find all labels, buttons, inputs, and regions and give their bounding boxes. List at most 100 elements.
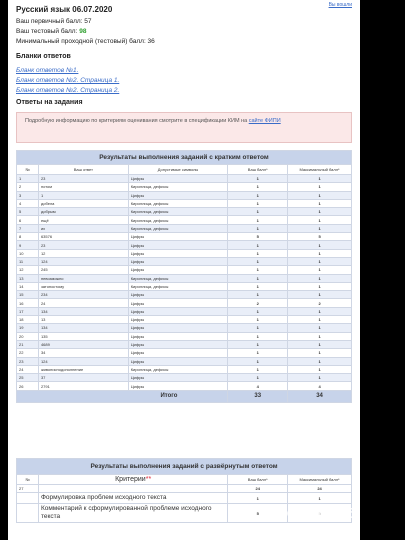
cell-number: 11: [16, 256, 39, 267]
cell-score: 1: [227, 356, 289, 366]
cell-max: 1: [287, 198, 352, 209]
table-row: 4 добела Кириллица, дефисы 1 1: [16, 198, 352, 209]
col-score: Ваш балл*: [227, 164, 289, 175]
cell-score: 1: [227, 348, 289, 358]
cell-allowed: Цифры: [127, 381, 229, 391]
cell-score: 1: [227, 339, 289, 350]
cell-allowed: Цифры: [127, 256, 229, 267]
cell-answer: 134: [37, 306, 129, 317]
table-row: 19 134 Цифры 1 1: [16, 323, 352, 333]
cell-max: 1: [287, 215, 352, 225]
cell-score: 1: [227, 223, 289, 234]
cell-answer: ещё: [37, 215, 129, 225]
cell-score: 1: [227, 315, 289, 325]
cell-number: 26: [16, 381, 39, 391]
cell-criterion: Формулировка проблем исходного текста: [37, 492, 229, 504]
avito-watermark: Avito 095: [278, 505, 356, 522]
cell-allowed: Цифры: [127, 290, 229, 300]
col-max: Максимальный балл*: [287, 164, 352, 175]
min-score: Минимальный проходной (тестовый) балл: 3…: [16, 38, 155, 45]
cell-number: 10: [16, 248, 39, 258]
logout-link[interactable]: Вы вошли: [329, 2, 352, 8]
cell-score: 1: [227, 281, 289, 292]
table-row: 2 потом Кириллица, дефисы 1 1: [16, 182, 352, 192]
cell-max: 1: [287, 240, 352, 250]
cell-score: 1: [227, 173, 289, 184]
cell-number: 18: [16, 315, 39, 325]
cell-max: 5: [287, 232, 352, 242]
cell-number: 24: [16, 364, 39, 375]
cell-allowed: Цифры: [127, 173, 229, 184]
page-title: Русский язык 06.07.2020: [16, 5, 113, 14]
cell-allowed: Кириллица, дефисы: [127, 273, 229, 283]
cell-allowed: Кириллица, дефисы: [127, 198, 229, 209]
cell-number: 8: [16, 232, 39, 242]
cell-number: 25: [16, 373, 39, 383]
cell-max: 1: [287, 223, 352, 234]
cell-number: [16, 503, 39, 523]
table-row: 26 2791 Цифры 4 4: [16, 381, 352, 391]
cell-number: 23: [16, 356, 39, 366]
table-row: 17 134 Цифры 1 1: [16, 306, 352, 317]
cell-allowed: Цифры: [127, 323, 229, 333]
cell-score: 1: [227, 290, 289, 300]
cell-number: 14: [16, 281, 39, 292]
cell-allowed: Кириллица, дефисы: [127, 281, 229, 292]
col2-criteria: Критерии**: [37, 474, 229, 485]
cell-max: 2: [287, 298, 352, 308]
cell-allowed: Кириллица, дефисы: [127, 364, 229, 375]
cell-max: 1: [287, 306, 352, 317]
cell-max: 1: [287, 339, 352, 350]
answers-heading: Ответы на задания: [16, 99, 83, 106]
cell-number: 19: [16, 323, 39, 333]
criteria-notice: Подробную информацию по критериям оценив…: [16, 112, 352, 143]
cell-number: 13: [16, 273, 39, 283]
cell-max: 1: [287, 256, 352, 267]
cell-answer: 63576: [37, 232, 129, 242]
cell-score: 1: [227, 182, 289, 192]
cell-score: 2: [227, 298, 289, 308]
cell-answer: 2791: [37, 381, 129, 391]
cell-answer: добела: [37, 198, 129, 209]
watermark-text: Avito 095: [289, 505, 356, 522]
test-score: Ваш тестовый балл: 98: [16, 28, 86, 35]
table-row: 21 4689 Цифры 1 1: [16, 339, 352, 350]
cell-allowed: Кириллица, дефисы: [127, 223, 229, 234]
fipi-link[interactable]: сайте ФИПИ: [249, 118, 281, 124]
cell-max: 1: [287, 348, 352, 358]
blank-link-1[interactable]: Бланк ответов №1.: [16, 67, 78, 74]
cell-allowed: Цифры: [127, 315, 229, 325]
cell-answer: 124: [37, 356, 129, 366]
cell-allowed: Цифры: [127, 265, 229, 275]
cell-answer: затопостому: [37, 281, 129, 292]
cell-max: 1: [287, 173, 352, 184]
cell-score: 1: [227, 306, 289, 317]
long-table-caption: Результаты выполнения заданий с развёрну…: [16, 458, 352, 475]
cell-max: 1: [287, 492, 352, 504]
cell-score: 1: [227, 190, 289, 200]
cell-score: 1: [227, 323, 289, 333]
cell-score: 1: [227, 273, 289, 283]
table-row: 23 124 Цифры 1 1: [16, 356, 352, 366]
cell-allowed: Цифры: [127, 190, 229, 200]
table-row: 5 добрым Кириллица, дефисы 1 1: [16, 207, 352, 217]
blank-link-3[interactable]: Бланк ответов №2. Страница 2.: [16, 87, 119, 94]
cell-score: 1: [227, 364, 289, 375]
cell-number: 20: [16, 331, 39, 341]
cell-answer: 1: [37, 190, 129, 200]
cell-answer: их: [37, 223, 129, 234]
cell-criterion: Комментарий к сформулированной проблеме …: [37, 503, 229, 523]
cell-number: 22: [16, 348, 39, 358]
col-answer: Ваш ответ: [37, 164, 129, 175]
criteria-stars: **: [145, 476, 152, 483]
blank-link-2[interactable]: Бланк ответов №2. Страница 1.: [16, 77, 119, 84]
cell-max: 1: [287, 207, 352, 217]
blanks-heading: Бланки ответов: [16, 53, 71, 60]
avito-logo-icon: [278, 509, 288, 518]
cell-max: 1: [287, 331, 352, 341]
cell-answer: 12: [37, 248, 129, 258]
table-row: 25 37 Цифры 1 1: [16, 373, 352, 383]
cell-max: 1: [287, 356, 352, 366]
cell-number: 5: [16, 207, 39, 217]
cell-max: 1: [287, 315, 352, 325]
